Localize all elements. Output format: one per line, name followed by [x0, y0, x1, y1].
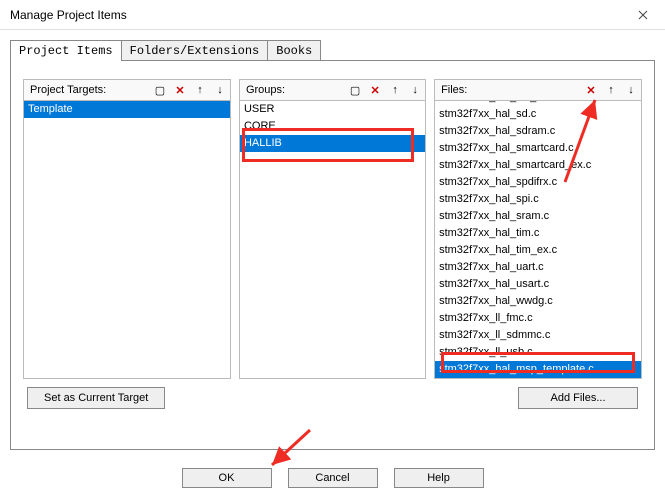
list-item[interactable]: stm32f7xx_hal_tim.c: [435, 225, 641, 242]
tab-books[interactable]: Books: [267, 40, 321, 61]
arrow-down-icon: ↓: [628, 84, 634, 96]
list-item[interactable]: stm32f7xx_hal_sd.c: [435, 106, 641, 123]
list-item[interactable]: stm32f7xx_hal_msp_template.c: [435, 361, 641, 378]
titlebar: Manage Project Items: [0, 0, 665, 30]
column-files: Files: ✕ ↑ ↓ stm32f7xx_hal_sai_ex.cstm32…: [434, 79, 642, 379]
tab-label: Project Items: [19, 44, 113, 58]
list-item[interactable]: USER: [240, 101, 425, 118]
tab-label: Folders/Extensions: [130, 44, 260, 58]
groups-delete-button[interactable]: ✕: [365, 80, 385, 100]
list-item[interactable]: stm32f7xx_hal_usart.c: [435, 276, 641, 293]
list-item[interactable]: stm32f7xx_ll_usb.c: [435, 344, 641, 361]
list-item[interactable]: stm32f7xx_hal_spdifrx.c: [435, 174, 641, 191]
delete-icon: ✕: [370, 84, 379, 97]
tabstrip: Project Items Folders/Extensions Books: [10, 40, 655, 61]
list-item[interactable]: CORE: [240, 118, 425, 135]
list-item[interactable]: stm32f7xx_hal_sram.c: [435, 208, 641, 225]
groups-label: Groups:: [240, 84, 345, 96]
list-item[interactable]: stm32f7xx_ll_fmc.c: [435, 310, 641, 327]
list-item[interactable]: HALLIB: [240, 135, 425, 152]
arrow-down-icon: ↓: [412, 84, 418, 96]
files-delete-button[interactable]: ✕: [581, 80, 601, 100]
list-item[interactable]: stm32f7xx_hal_sdram.c: [435, 123, 641, 140]
add-files-button[interactable]: Add Files...: [518, 387, 638, 409]
list-item[interactable]: stm32f7xx_ll_sdmmc.c: [435, 327, 641, 344]
targets-new-button[interactable]: ▢: [150, 80, 170, 100]
targets-delete-button[interactable]: ✕: [170, 80, 190, 100]
set-current-target-button[interactable]: Set as Current Target: [27, 387, 165, 409]
arrow-down-icon: ↓: [217, 84, 223, 96]
groups-listbox[interactable]: USERCOREHALLIB: [239, 101, 426, 379]
list-item[interactable]: stm32f7xx_hal_smartcard.c: [435, 140, 641, 157]
tab-folders-extensions[interactable]: Folders/Extensions: [121, 40, 269, 61]
groups-down-button[interactable]: ↓: [405, 80, 425, 100]
list-item[interactable]: stm32f7xx_hal_tim_ex.c: [435, 242, 641, 259]
files-up-button[interactable]: ↑: [601, 80, 621, 100]
targets-up-button[interactable]: ↑: [190, 80, 210, 100]
files-down-button[interactable]: ↓: [621, 80, 641, 100]
list-item[interactable]: Template: [24, 101, 230, 118]
tab-panel: Project Targets: ▢ ✕ ↑ ↓ Template Groups…: [10, 60, 655, 450]
files-listbox[interactable]: stm32f7xx_hal_sai_ex.cstm32f7xx_hal_sd.c…: [434, 101, 642, 379]
ok-button[interactable]: OK: [182, 468, 272, 488]
arrow-up-icon: ↑: [392, 84, 398, 96]
cancel-button[interactable]: Cancel: [288, 468, 378, 488]
bottom-button-row: OK Cancel Help: [0, 468, 665, 488]
tab-project-items[interactable]: Project Items: [10, 40, 122, 61]
groups-new-button[interactable]: ▢: [345, 80, 365, 100]
arrow-up-icon: ↑: [197, 84, 203, 96]
close-icon: [638, 10, 648, 20]
list-item[interactable]: stm32f7xx_hal_wwdg.c: [435, 293, 641, 310]
column-targets: Project Targets: ▢ ✕ ↑ ↓ Template: [23, 79, 231, 379]
targets-listbox[interactable]: Template: [23, 101, 231, 379]
arrow-up-icon: ↑: [608, 84, 614, 96]
column-groups: Groups: ▢ ✕ ↑ ↓ USERCOREHALLIB: [239, 79, 426, 379]
help-button[interactable]: Help: [394, 468, 484, 488]
delete-icon: ✕: [586, 84, 595, 97]
new-icon: ▢: [350, 84, 360, 97]
targets-down-button[interactable]: ↓: [210, 80, 230, 100]
new-icon: ▢: [155, 84, 165, 97]
close-button[interactable]: [620, 0, 665, 30]
window-title: Manage Project Items: [10, 8, 620, 22]
files-label: Files:: [435, 84, 581, 96]
list-item[interactable]: stm32f7xx_hal_spi.c: [435, 191, 641, 208]
targets-label: Project Targets:: [24, 84, 150, 96]
delete-icon: ✕: [175, 84, 184, 97]
groups-up-button[interactable]: ↑: [385, 80, 405, 100]
list-item[interactable]: stm32f7xx_hal_uart.c: [435, 259, 641, 276]
tab-label: Books: [276, 44, 312, 58]
list-item[interactable]: stm32f7xx_hal_smartcard_ex.c: [435, 157, 641, 174]
